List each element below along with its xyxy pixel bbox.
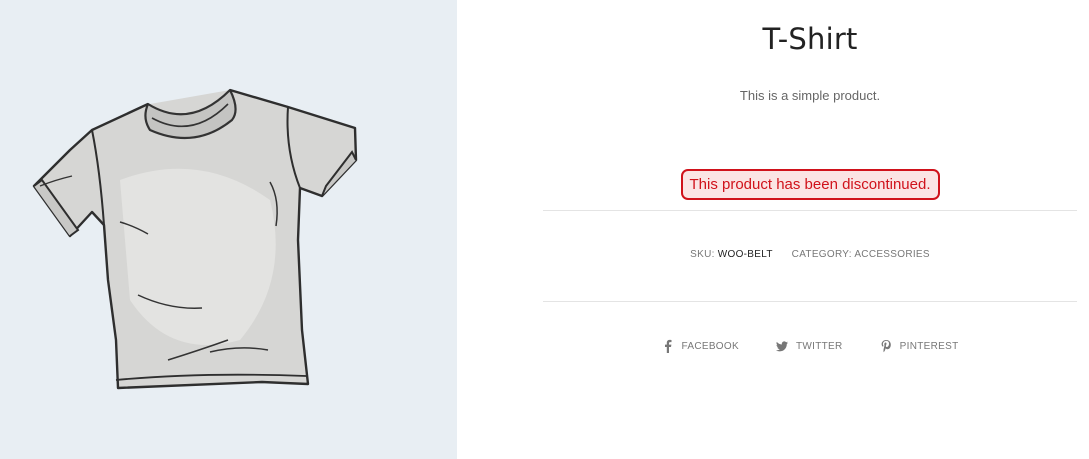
product-page: T-Shirt This is a simple product. This p… (0, 0, 1089, 459)
category-meta: CATEGORY: ACCESSORIES (792, 249, 930, 260)
divider (543, 301, 1077, 302)
social-share: FACEBOOK TWITTER PINTEREST (543, 339, 1077, 356)
share-twitter-label: TWITTER (796, 340, 843, 352)
sku-value: WOO-BELT (717, 249, 773, 260)
twitter-icon (776, 341, 789, 352)
product-short-description: This is a simple product. (739, 88, 881, 103)
share-facebook-label: FACEBOOK (681, 340, 739, 352)
pinterest-icon (881, 340, 891, 353)
notice-container: This product has been discontinued. (543, 169, 1077, 200)
category-label: CATEGORY: (791, 249, 852, 260)
share-pinterest-label: PINTEREST (899, 340, 959, 352)
share-facebook-link[interactable]: FACEBOOK (662, 339, 739, 353)
discontinued-notice: This product has been discontinued. (680, 169, 940, 200)
category-link[interactable]: ACCESSORIES (854, 249, 930, 260)
facebook-icon (664, 339, 671, 353)
product-image[interactable] (0, 0, 457, 459)
product-summary: T-Shirt This is a simple product. This p… (543, 0, 1077, 459)
divider (543, 210, 1077, 211)
product-title: T-Shirt (762, 22, 858, 56)
t-shirt-illustration (32, 88, 358, 390)
product-meta: SKU: WOO-BELT CATEGORY: ACCESSORIES (543, 249, 1077, 260)
sku-label: SKU: (690, 249, 715, 260)
share-twitter-link[interactable]: TWITTER (776, 339, 843, 353)
share-pinterest-link[interactable]: PINTEREST (880, 339, 959, 353)
sku-meta: SKU: WOO-BELT (690, 249, 776, 260)
